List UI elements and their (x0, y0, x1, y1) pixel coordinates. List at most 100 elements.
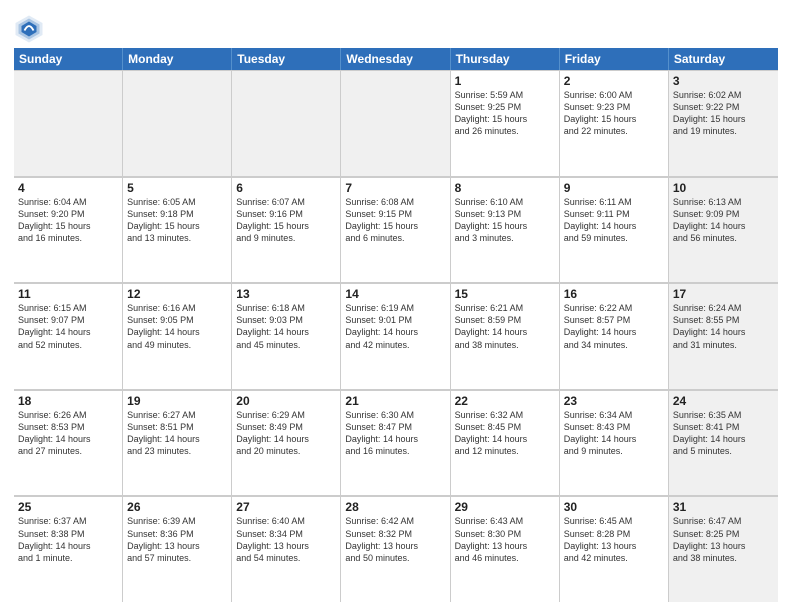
day-number: 4 (18, 181, 118, 195)
day-info: Sunrise: 6:08 AM Sunset: 9:15 PM Dayligh… (345, 196, 445, 245)
calendar-body: 1Sunrise: 5:59 AM Sunset: 9:25 PM Daylig… (14, 70, 778, 602)
day-number: 18 (18, 394, 118, 408)
day-info: Sunrise: 6:43 AM Sunset: 8:30 PM Dayligh… (455, 515, 555, 564)
day-info: Sunrise: 6:26 AM Sunset: 8:53 PM Dayligh… (18, 409, 118, 458)
calendar-cell: 26Sunrise: 6:39 AM Sunset: 8:36 PM Dayli… (123, 496, 232, 602)
day-info: Sunrise: 6:45 AM Sunset: 8:28 PM Dayligh… (564, 515, 664, 564)
calendar-cell: 21Sunrise: 6:30 AM Sunset: 8:47 PM Dayli… (341, 390, 450, 496)
day-info: Sunrise: 6:16 AM Sunset: 9:05 PM Dayligh… (127, 302, 227, 351)
day-info: Sunrise: 6:39 AM Sunset: 8:36 PM Dayligh… (127, 515, 227, 564)
day-number: 28 (345, 500, 445, 514)
calendar-week: 4Sunrise: 6:04 AM Sunset: 9:20 PM Daylig… (14, 177, 778, 284)
calendar-cell: 11Sunrise: 6:15 AM Sunset: 9:07 PM Dayli… (14, 283, 123, 389)
calendar-day-header: Sunday (14, 48, 123, 70)
day-info: Sunrise: 6:24 AM Sunset: 8:55 PM Dayligh… (673, 302, 774, 351)
calendar-cell: 23Sunrise: 6:34 AM Sunset: 8:43 PM Dayli… (560, 390, 669, 496)
day-info: Sunrise: 6:47 AM Sunset: 8:25 PM Dayligh… (673, 515, 774, 564)
logo-icon (14, 14, 44, 44)
day-info: Sunrise: 6:29 AM Sunset: 8:49 PM Dayligh… (236, 409, 336, 458)
day-number: 8 (455, 181, 555, 195)
calendar-day-header: Friday (560, 48, 669, 70)
calendar-cell: 14Sunrise: 6:19 AM Sunset: 9:01 PM Dayli… (341, 283, 450, 389)
day-info: Sunrise: 6:10 AM Sunset: 9:13 PM Dayligh… (455, 196, 555, 245)
day-info: Sunrise: 6:34 AM Sunset: 8:43 PM Dayligh… (564, 409, 664, 458)
calendar-cell (232, 70, 341, 176)
calendar-day-header: Monday (123, 48, 232, 70)
day-number: 5 (127, 181, 227, 195)
calendar: SundayMondayTuesdayWednesdayThursdayFrid… (14, 48, 778, 602)
day-info: Sunrise: 6:11 AM Sunset: 9:11 PM Dayligh… (564, 196, 664, 245)
day-info: Sunrise: 6:07 AM Sunset: 9:16 PM Dayligh… (236, 196, 336, 245)
calendar-cell: 6Sunrise: 6:07 AM Sunset: 9:16 PM Daylig… (232, 177, 341, 283)
calendar-cell: 22Sunrise: 6:32 AM Sunset: 8:45 PM Dayli… (451, 390, 560, 496)
calendar-day-header: Tuesday (232, 48, 341, 70)
day-info: Sunrise: 6:05 AM Sunset: 9:18 PM Dayligh… (127, 196, 227, 245)
calendar-cell: 7Sunrise: 6:08 AM Sunset: 9:15 PM Daylig… (341, 177, 450, 283)
day-info: Sunrise: 6:21 AM Sunset: 8:59 PM Dayligh… (455, 302, 555, 351)
page: SundayMondayTuesdayWednesdayThursdayFrid… (0, 0, 792, 612)
day-info: Sunrise: 6:04 AM Sunset: 9:20 PM Dayligh… (18, 196, 118, 245)
calendar-week: 25Sunrise: 6:37 AM Sunset: 8:38 PM Dayli… (14, 496, 778, 602)
calendar-cell: 24Sunrise: 6:35 AM Sunset: 8:41 PM Dayli… (669, 390, 778, 496)
calendar-cell: 15Sunrise: 6:21 AM Sunset: 8:59 PM Dayli… (451, 283, 560, 389)
day-info: Sunrise: 6:42 AM Sunset: 8:32 PM Dayligh… (345, 515, 445, 564)
day-number: 23 (564, 394, 664, 408)
calendar-cell: 4Sunrise: 6:04 AM Sunset: 9:20 PM Daylig… (14, 177, 123, 283)
day-number: 26 (127, 500, 227, 514)
calendar-cell: 17Sunrise: 6:24 AM Sunset: 8:55 PM Dayli… (669, 283, 778, 389)
calendar-week: 11Sunrise: 6:15 AM Sunset: 9:07 PM Dayli… (14, 283, 778, 390)
day-info: Sunrise: 6:18 AM Sunset: 9:03 PM Dayligh… (236, 302, 336, 351)
calendar-cell: 13Sunrise: 6:18 AM Sunset: 9:03 PM Dayli… (232, 283, 341, 389)
day-info: Sunrise: 6:15 AM Sunset: 9:07 PM Dayligh… (18, 302, 118, 351)
day-info: Sunrise: 6:32 AM Sunset: 8:45 PM Dayligh… (455, 409, 555, 458)
day-number: 25 (18, 500, 118, 514)
day-number: 19 (127, 394, 227, 408)
day-info: Sunrise: 6:27 AM Sunset: 8:51 PM Dayligh… (127, 409, 227, 458)
calendar-header-row: SundayMondayTuesdayWednesdayThursdayFrid… (14, 48, 778, 70)
day-number: 16 (564, 287, 664, 301)
day-info: Sunrise: 6:22 AM Sunset: 8:57 PM Dayligh… (564, 302, 664, 351)
calendar-cell (341, 70, 450, 176)
day-number: 29 (455, 500, 555, 514)
calendar-cell: 3Sunrise: 6:02 AM Sunset: 9:22 PM Daylig… (669, 70, 778, 176)
calendar-cell: 25Sunrise: 6:37 AM Sunset: 8:38 PM Dayli… (14, 496, 123, 602)
day-number: 21 (345, 394, 445, 408)
day-info: Sunrise: 6:02 AM Sunset: 9:22 PM Dayligh… (673, 89, 774, 138)
day-number: 30 (564, 500, 664, 514)
calendar-cell: 29Sunrise: 6:43 AM Sunset: 8:30 PM Dayli… (451, 496, 560, 602)
calendar-week: 18Sunrise: 6:26 AM Sunset: 8:53 PM Dayli… (14, 390, 778, 497)
day-number: 6 (236, 181, 336, 195)
day-info: Sunrise: 6:30 AM Sunset: 8:47 PM Dayligh… (345, 409, 445, 458)
calendar-cell: 8Sunrise: 6:10 AM Sunset: 9:13 PM Daylig… (451, 177, 560, 283)
day-number: 27 (236, 500, 336, 514)
day-number: 11 (18, 287, 118, 301)
calendar-cell: 30Sunrise: 6:45 AM Sunset: 8:28 PM Dayli… (560, 496, 669, 602)
calendar-day-header: Saturday (669, 48, 778, 70)
day-number: 24 (673, 394, 774, 408)
calendar-cell: 10Sunrise: 6:13 AM Sunset: 9:09 PM Dayli… (669, 177, 778, 283)
day-number: 20 (236, 394, 336, 408)
calendar-cell: 2Sunrise: 6:00 AM Sunset: 9:23 PM Daylig… (560, 70, 669, 176)
header (14, 10, 778, 44)
calendar-cell: 18Sunrise: 6:26 AM Sunset: 8:53 PM Dayli… (14, 390, 123, 496)
calendar-cell: 9Sunrise: 6:11 AM Sunset: 9:11 PM Daylig… (560, 177, 669, 283)
calendar-cell: 16Sunrise: 6:22 AM Sunset: 8:57 PM Dayli… (560, 283, 669, 389)
calendar-day-header: Thursday (451, 48, 560, 70)
day-number: 13 (236, 287, 336, 301)
day-info: Sunrise: 6:37 AM Sunset: 8:38 PM Dayligh… (18, 515, 118, 564)
day-number: 10 (673, 181, 774, 195)
calendar-cell: 27Sunrise: 6:40 AM Sunset: 8:34 PM Dayli… (232, 496, 341, 602)
day-number: 2 (564, 74, 664, 88)
day-number: 12 (127, 287, 227, 301)
calendar-cell: 5Sunrise: 6:05 AM Sunset: 9:18 PM Daylig… (123, 177, 232, 283)
logo (14, 14, 48, 44)
day-info: Sunrise: 6:00 AM Sunset: 9:23 PM Dayligh… (564, 89, 664, 138)
day-number: 14 (345, 287, 445, 301)
day-number: 17 (673, 287, 774, 301)
calendar-cell (14, 70, 123, 176)
day-number: 7 (345, 181, 445, 195)
day-info: Sunrise: 6:13 AM Sunset: 9:09 PM Dayligh… (673, 196, 774, 245)
calendar-cell: 1Sunrise: 5:59 AM Sunset: 9:25 PM Daylig… (451, 70, 560, 176)
day-number: 1 (455, 74, 555, 88)
calendar-cell (123, 70, 232, 176)
